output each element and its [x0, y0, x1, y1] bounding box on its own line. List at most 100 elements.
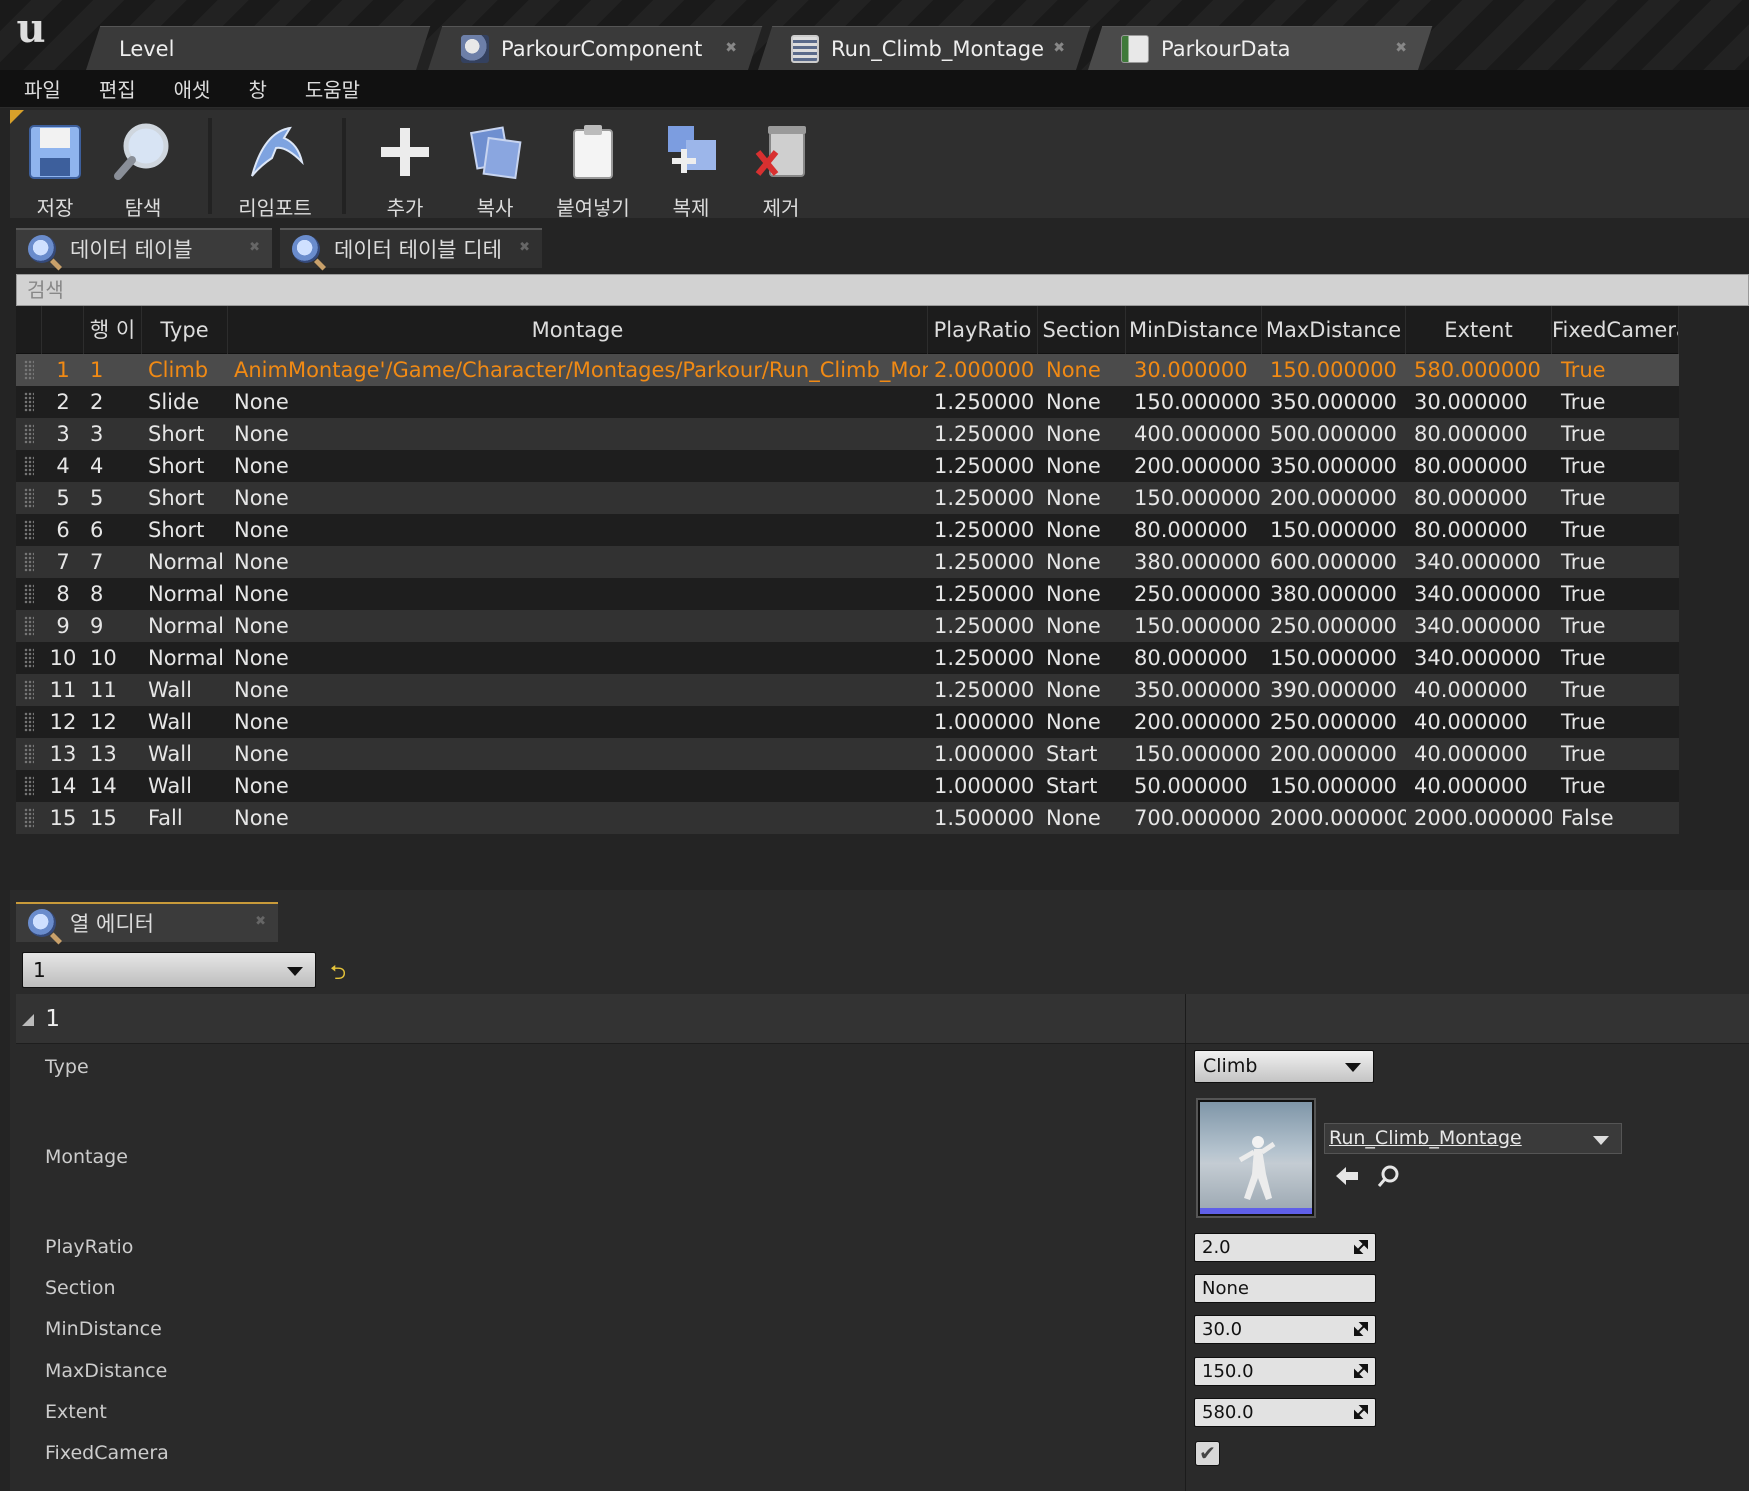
close-icon[interactable]: ✖ — [725, 40, 737, 56]
doc-tab-level[interactable]: Level — [86, 26, 431, 70]
table-row[interactable]: 15 15 Fall None 1.500000 None 700.000000 2000.0… — [16, 802, 1679, 834]
remove-button[interactable]: 제거 — [738, 116, 824, 220]
use-selected-arrow-icon[interactable] — [1334, 1164, 1360, 1188]
montage-asset-picker[interactable]: Run_Climb_Montage — [1324, 1123, 1622, 1154]
column-header-max-distance[interactable]: MaxDistance — [1262, 306, 1406, 354]
tab-data-table[interactable]: 데이터 테이블 ✖ — [16, 228, 272, 268]
column-header-min-distance[interactable]: MinDistance — [1126, 306, 1262, 354]
drag-handle-icon[interactable] — [24, 360, 34, 380]
table-row[interactable]: 5 5 Short None 1.250000 None 150.000000 200.000… — [16, 482, 1679, 514]
drag-handle-icon[interactable] — [24, 616, 34, 636]
doc-tab-parkour-component[interactable]: ParkourComponent ✖ — [428, 26, 763, 70]
duplicate-button[interactable]: 복제 — [648, 116, 734, 220]
column-header-type[interactable]: Type — [142, 306, 228, 354]
extent-cell: 340.000000 — [1414, 550, 1541, 574]
drag-handle-icon[interactable] — [24, 552, 34, 572]
close-icon[interactable]: ✖ — [255, 914, 266, 929]
montage-thumbnail[interactable] — [1198, 1100, 1314, 1216]
min-distance-field[interactable]: 30.0 — [1194, 1315, 1376, 1344]
table-row[interactable]: 3 3 Short None 1.250000 None 400.000000 500.000… — [16, 418, 1679, 450]
category-header[interactable]: 1 — [16, 994, 1749, 1044]
menu-help[interactable]: 도움말 — [305, 74, 360, 103]
add-button[interactable]: 추가 — [362, 116, 448, 220]
table-row[interactable]: 6 6 Short None 1.250000 None 80.000000 150.0000… — [16, 514, 1679, 546]
search-input[interactable]: 검색 — [16, 274, 1749, 306]
spin-drag-icon[interactable] — [1354, 1240, 1368, 1254]
row-index-cell: 3 — [56, 422, 70, 446]
reset-arrow-icon[interactable]: ⮌ — [330, 958, 346, 992]
tab-data-table-details[interactable]: 데이터 테이블 디테 ✖ — [280, 228, 542, 268]
play-ratio-cell: 1.250000 — [934, 486, 1035, 510]
drag-handle-icon[interactable] — [24, 520, 34, 540]
spin-drag-icon[interactable] — [1354, 1364, 1368, 1378]
column-header-fixed-camera[interactable]: FixedCamera — [1552, 306, 1679, 354]
close-icon[interactable]: ✖ — [1395, 40, 1407, 56]
drag-handle-icon[interactable] — [24, 680, 34, 700]
doc-tab-run-climb-montage[interactable]: Run_Climb_Montage ✖ — [758, 26, 1091, 70]
unreal-logo[interactable]: u — [8, 6, 54, 52]
section-name-field[interactable]: None — [1194, 1274, 1376, 1303]
menu-window[interactable]: 창 — [248, 74, 266, 103]
drag-handle-icon[interactable] — [24, 488, 34, 508]
table-row[interactable]: 12 12 Wall None 1.000000 None 200.000000 250.00… — [16, 706, 1679, 738]
drag-handle-icon[interactable] — [24, 424, 34, 444]
menu-file[interactable]: 파일 — [24, 74, 61, 103]
extent-field[interactable]: 580.0 — [1194, 1398, 1376, 1427]
row-name-cell: 2 — [90, 390, 104, 414]
drag-handle-icon[interactable] — [24, 744, 34, 764]
max-distance-field[interactable]: 150.0 — [1194, 1357, 1376, 1386]
drag-handle-icon[interactable] — [24, 392, 34, 412]
max-distance-cell: 150.000000 — [1270, 518, 1397, 542]
section-cell: Start — [1046, 774, 1098, 798]
table-row[interactable]: 1 1 Climb AnimMontage'/Game/Character/Monta… — [16, 354, 1679, 386]
menu-asset[interactable]: 애셋 — [174, 74, 211, 103]
doc-tab-parkour-data[interactable]: ParkourData ✖ — [1088, 26, 1433, 70]
drag-handle-icon[interactable] — [24, 776, 34, 796]
property-splitter[interactable] — [1185, 994, 1186, 1491]
drag-handle-icon[interactable] — [24, 808, 34, 828]
menu-edit[interactable]: 편집 — [99, 74, 136, 103]
paste-button[interactable]: 붙여넣기 — [550, 116, 636, 220]
extent-value: 580.0 — [1202, 1402, 1254, 1423]
table-row[interactable]: 8 8 Normal None 1.250000 None 250.000000 380.00… — [16, 578, 1679, 610]
play-ratio-cell: 1.250000 — [934, 614, 1035, 638]
fixed-camera-checkbox[interactable]: ✔ — [1195, 1441, 1220, 1466]
reimport-button[interactable]: 리임포트 — [232, 116, 318, 220]
type-enum-dropdown[interactable]: Climb — [1194, 1050, 1374, 1083]
close-icon[interactable]: ✖ — [1053, 40, 1065, 56]
play-ratio-field[interactable]: 2.0 — [1194, 1233, 1376, 1262]
drag-handle-icon[interactable] — [24, 584, 34, 604]
row-select-dropdown[interactable]: 1 — [22, 952, 316, 988]
row-index-cell: 14 — [49, 774, 77, 798]
spin-drag-icon[interactable] — [1354, 1405, 1368, 1419]
column-header-index[interactable] — [42, 306, 84, 354]
drag-handle-icon[interactable] — [24, 648, 34, 668]
property-label-montage: Montage — [45, 1146, 128, 1168]
save-button[interactable]: 저장 — [12, 116, 98, 220]
max-distance-cell: 200.000000 — [1270, 742, 1397, 766]
tab-row-editor[interactable]: 열 에디터 ✖ — [16, 902, 278, 942]
drag-handle-icon[interactable] — [24, 456, 34, 476]
browse-button[interactable]: 탐색 — [100, 116, 186, 220]
drag-handle-icon[interactable] — [24, 712, 34, 732]
table-row[interactable]: 10 10 Normal None 1.250000 None 80.000000 150.0… — [16, 642, 1679, 674]
close-icon[interactable]: ✖ — [519, 240, 530, 255]
column-header-extent[interactable]: Extent — [1406, 306, 1552, 354]
copy-button[interactable]: 복사 — [452, 116, 538, 220]
type-cell: Normal — [148, 582, 224, 606]
column-header-row-name[interactable]: 행 이 — [84, 306, 142, 354]
column-header-section[interactable]: Section — [1038, 306, 1126, 354]
table-row[interactable]: 2 2 Slide None 1.250000 None 150.000000 350.000… — [16, 386, 1679, 418]
table-row[interactable]: 7 7 Normal None 1.250000 None 380.000000 600.00… — [16, 546, 1679, 578]
table-row[interactable]: 13 13 Wall None 1.000000 Start 150.000000 200.0… — [16, 738, 1679, 770]
browse-asset-icon[interactable] — [1376, 1164, 1400, 1188]
table-row[interactable]: 14 14 Wall None 1.000000 Start 50.000000 150.00… — [16, 770, 1679, 802]
table-row[interactable]: 4 4 Short None 1.250000 None 200.000000 350.000… — [16, 450, 1679, 482]
table-row[interactable]: 11 11 Wall None 1.250000 None 350.000000 390.00… — [16, 674, 1679, 706]
row-name-cell: 5 — [90, 486, 104, 510]
column-header-montage[interactable]: Montage — [228, 306, 928, 354]
spin-drag-icon[interactable] — [1354, 1322, 1368, 1336]
close-icon[interactable]: ✖ — [249, 240, 260, 255]
column-header-play-ratio[interactable]: PlayRatio — [928, 306, 1038, 354]
table-row[interactable]: 9 9 Normal None 1.250000 None 150.000000 250.00… — [16, 610, 1679, 642]
